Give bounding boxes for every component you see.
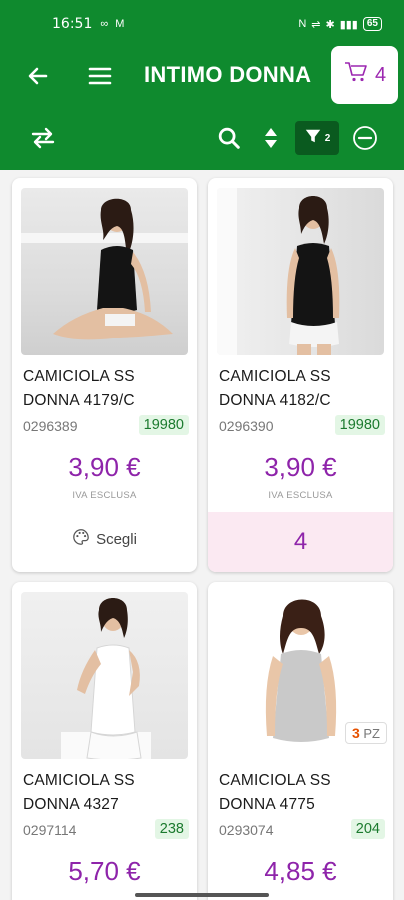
choose-button[interactable]: Scegli: [12, 528, 197, 550]
remove-circle-icon[interactable]: [350, 123, 380, 153]
filter-button[interactable]: 2: [295, 121, 339, 155]
product-code: 0297114: [23, 822, 77, 838]
product-card[interactable]: 3 PZ CAMICIOLA SS DONNA 4775 0293074 204…: [208, 582, 393, 900]
product-name: CAMICIOLA SS DONNA 4179/C: [23, 368, 135, 409]
hamburger-menu-icon[interactable]: [86, 62, 114, 90]
back-arrow-icon[interactable]: [24, 62, 52, 90]
shopping-cart-icon: [343, 60, 369, 90]
filter-count: 2: [324, 132, 331, 144]
status-time: 16:51: [52, 16, 93, 32]
stock-badge: 238: [154, 819, 189, 839]
stock-badge: 19980: [334, 415, 385, 435]
pack-size-badge: 3 PZ: [344, 722, 387, 744]
battery-level: 65: [366, 18, 378, 29]
product-name: CAMICIOLA SS DONNA 4775: [219, 772, 331, 813]
cart-quantity[interactable]: 4: [208, 512, 393, 572]
status-notification-icons: ∞ M: [100, 18, 127, 30]
toolbar: 2: [0, 104, 404, 170]
cart-button[interactable]: 4: [331, 46, 398, 104]
product-image[interactable]: [217, 188, 384, 355]
page-title: INTIMO DONNA: [144, 62, 312, 87]
product-code: 0293074: [219, 822, 274, 838]
swap-arrows-icon[interactable]: [28, 123, 58, 153]
product-price: 3,90 €: [264, 452, 337, 482]
product-image[interactable]: [21, 592, 188, 759]
product-price: 3,90 €: [68, 452, 141, 482]
product-image[interactable]: [21, 188, 188, 355]
stock-badge: 19980: [138, 415, 189, 435]
stock-badge: 204: [350, 819, 385, 839]
search-icon[interactable]: [214, 123, 244, 153]
product-code: 0296389: [23, 418, 78, 434]
product-name: CAMICIOLA SS DONNA 4327: [23, 772, 135, 813]
signal-icon: ▮▮▮: [339, 18, 358, 31]
nfc-icon: N: [298, 18, 307, 30]
product-code: 0296390: [219, 418, 274, 434]
sort-icon[interactable]: [256, 123, 286, 153]
pack-size-unit: PZ: [363, 726, 380, 741]
bluetooth-icon: ✱: [325, 18, 335, 31]
status-system-icons: N ⇌ ✱ ▮▮▮ 65: [298, 17, 382, 31]
vat-note: IVA ESCLUSA: [72, 490, 137, 501]
choose-label: Scegli: [96, 530, 137, 548]
filter-funnel-icon: [304, 127, 322, 150]
cart-count: 4: [374, 63, 387, 86]
home-indicator[interactable]: [135, 893, 269, 897]
product-card[interactable]: CAMICIOLA SS DONNA 4179/C 0296389 19980 …: [12, 178, 197, 572]
product-name: CAMICIOLA SS DONNA 4182/C: [219, 368, 331, 409]
vibrate-icon: ⇌: [311, 18, 321, 31]
palette-icon: [72, 528, 90, 550]
status-bar: 16:51 ∞ M N ⇌ ✱ ▮▮▮ 65: [0, 0, 404, 48]
app-bar: INTIMO DONNA 4: [0, 46, 404, 104]
product-card[interactable]: CAMICIOLA SS DONNA 4327 0297114 238 5,70…: [12, 582, 197, 900]
product-price: 4,85 €: [264, 856, 337, 886]
vat-note: IVA ESCLUSA: [268, 490, 333, 501]
pack-size-qty: 3: [351, 725, 360, 741]
product-card[interactable]: CAMICIOLA SS DONNA 4182/C 0296390 19980 …: [208, 178, 393, 572]
battery-icon: 65: [362, 17, 382, 31]
product-price: 5,70 €: [68, 856, 141, 886]
